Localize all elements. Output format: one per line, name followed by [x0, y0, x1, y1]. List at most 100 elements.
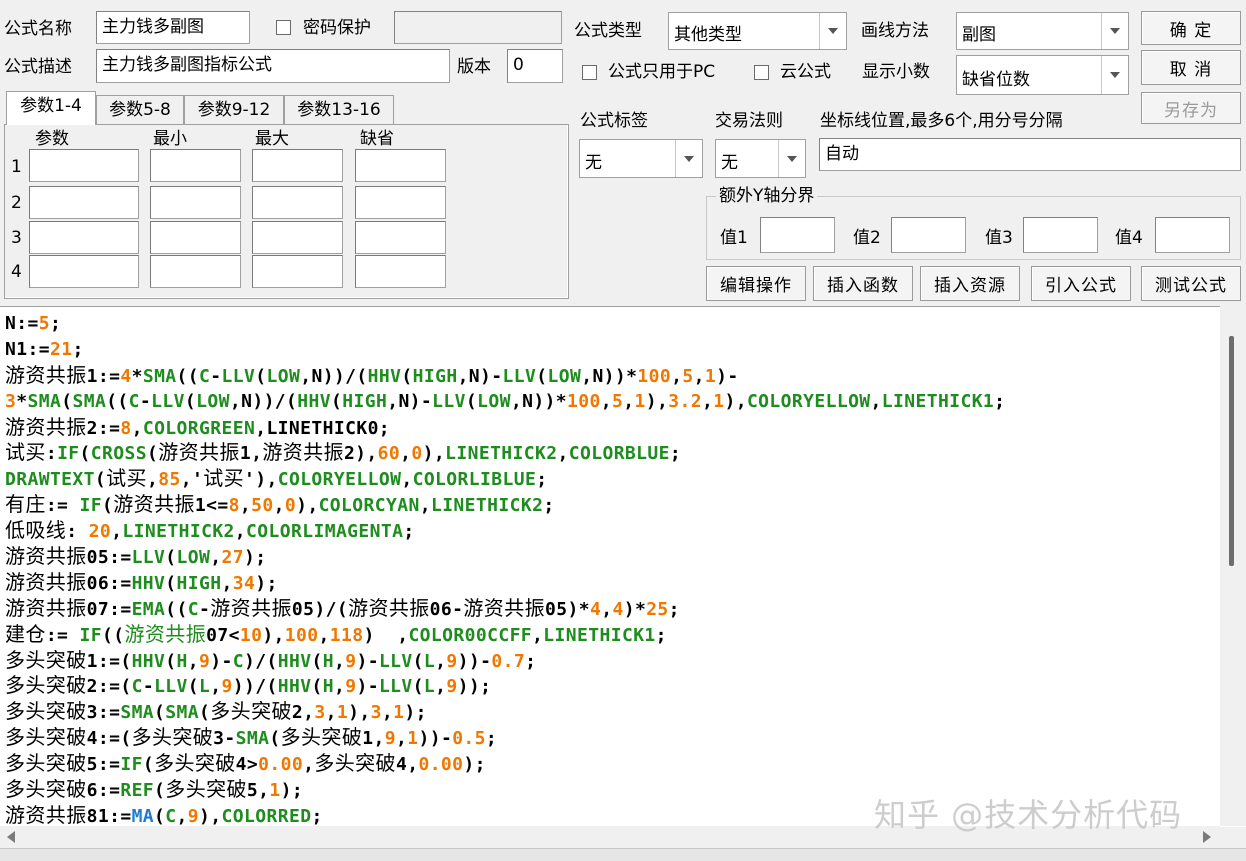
tab-params-1-4[interactable]: 参数1-4	[6, 91, 96, 125]
param-row-number: 1	[11, 157, 22, 177]
code-token: 3	[370, 702, 382, 724]
code-token: 4	[612, 598, 624, 620]
insert-resource-button[interactable]: 插入资源	[920, 266, 1020, 301]
y-value1-input[interactable]	[760, 217, 835, 253]
param-max-input[interactable]	[252, 149, 343, 182]
code-line: N:=5;	[5, 311, 1005, 337]
trade-rule-select[interactable]: 无	[715, 139, 806, 178]
chevron-down-icon[interactable]	[1101, 13, 1128, 49]
code-token: ;	[536, 469, 548, 491]
code-token: LLV	[432, 390, 466, 412]
param-min-input[interactable]	[150, 221, 241, 254]
code-token: ,	[532, 624, 544, 646]
param-name-input[interactable]	[29, 221, 139, 254]
code-text[interactable]: N:=5; N1:=21; 游资共振1:=4*SMA((C-LLV(LOW,N))/…	[5, 311, 1005, 827]
code-token: 1:=(	[86, 650, 132, 672]
code-token: 100	[637, 365, 672, 387]
code-token: ;	[311, 805, 323, 827]
param-min-input[interactable]	[150, 255, 241, 288]
code-token: (	[79, 443, 91, 465]
code-token: 多头突破	[5, 699, 87, 724]
y-value2-input[interactable]	[891, 217, 966, 253]
import-formula-button[interactable]: 引入公式	[1031, 266, 1131, 301]
formula-desc-input[interactable]: 主力钱多副图指标公式	[96, 49, 450, 83]
param-name-input[interactable]	[29, 255, 139, 288]
scrollbar-thumb[interactable]	[1229, 336, 1234, 566]
param-name-input[interactable]	[29, 149, 139, 182]
code-token: 2:=(	[86, 676, 132, 698]
param-min-input[interactable]	[150, 186, 241, 219]
param-max-input[interactable]	[252, 255, 343, 288]
code-line: 多头突破5:=IF(多头突破4>0.00,多头突破4,0.00);	[5, 751, 1005, 777]
code-token: 25	[646, 598, 669, 620]
code-token: HHV	[367, 365, 402, 387]
cancel-button[interactable]: 取 消	[1141, 50, 1241, 85]
code-token: COLORBLUE	[568, 443, 670, 465]
code-token: 游资共振	[210, 595, 292, 620]
code-token: HIGH	[342, 390, 388, 412]
param-default-input[interactable]	[355, 255, 446, 288]
chevron-down-icon[interactable]	[778, 140, 805, 177]
formula-type-select[interactable]: 其他类型	[668, 12, 847, 50]
cloud-checkbox[interactable]	[754, 65, 769, 80]
code-token: IF	[79, 495, 103, 517]
code-token: ((	[106, 390, 129, 412]
code-token: );	[404, 702, 427, 724]
code-token: ;	[669, 443, 682, 465]
draw-method-select[interactable]: 副图	[956, 12, 1129, 50]
param-name-input[interactable]	[29, 186, 139, 219]
pc-only-checkbox[interactable]	[582, 65, 597, 80]
coord-input[interactable]: 自动	[819, 138, 1241, 171]
code-token: 0	[411, 443, 423, 465]
formula-desc-label: 公式描述	[4, 57, 72, 77]
edit-operation-button[interactable]: 编辑操作	[706, 266, 806, 301]
formula-tag-label: 公式标签	[580, 111, 648, 131]
chevron-down-icon[interactable]	[1101, 56, 1128, 94]
param-max-input[interactable]	[252, 186, 343, 219]
password-checkbox[interactable]	[276, 20, 291, 35]
param-max-input[interactable]	[252, 221, 343, 254]
tab-params-5-8[interactable]: 参数5-8	[96, 95, 184, 125]
test-formula-button[interactable]: 测试公式	[1141, 266, 1241, 301]
param-default-input[interactable]	[355, 221, 446, 254]
code-token: ,N)-	[457, 365, 503, 387]
param-default-input[interactable]	[355, 186, 446, 219]
param-min-input[interactable]	[150, 149, 241, 182]
param-default-input[interactable]	[355, 149, 446, 182]
code-token: 多头突破	[5, 725, 87, 750]
version-input[interactable]: 0	[507, 49, 563, 83]
formula-name-input[interactable]: 主力钱多副图	[96, 11, 250, 44]
decimals-select[interactable]: 缺省位数	[956, 55, 1129, 95]
code-editor[interactable]: N:=5; N1:=21; 游资共振1:=4*SMA((C-LLV(LOW,N))/…	[0, 306, 1246, 827]
code-token: );	[243, 547, 267, 569]
tab-params-9-12[interactable]: 参数9-12	[184, 95, 284, 125]
code-token: 8	[120, 417, 132, 439]
formula-tag-select[interactable]: 无	[579, 139, 703, 178]
y-value1-label: 值1	[720, 228, 748, 248]
code-token: ,	[318, 624, 330, 646]
code-token: 试买	[106, 466, 147, 491]
code-token: N1:=	[5, 338, 50, 360]
code-token: '),	[244, 469, 278, 491]
code-token: 试买	[5, 440, 46, 465]
code-token: HHV	[297, 390, 331, 412]
formula-tag-value: 无	[585, 153, 602, 173]
scroll-left-icon[interactable]	[6, 831, 16, 843]
insert-function-button[interactable]: 插入函数	[813, 266, 913, 301]
draw-method-label: 画线方法	[861, 21, 929, 41]
chevron-down-icon[interactable]	[819, 13, 846, 49]
code-token: 20	[88, 521, 112, 543]
code-token: 21	[49, 338, 73, 360]
vertical-scrollbar[interactable]	[1220, 306, 1246, 826]
code-token: 5	[612, 390, 624, 412]
ok-button[interactable]: 确 定	[1141, 11, 1241, 45]
chevron-down-icon[interactable]	[675, 140, 702, 177]
code-token: 9	[446, 676, 458, 698]
y-value4-input[interactable]	[1155, 217, 1230, 253]
scroll-right-icon[interactable]	[1202, 831, 1212, 843]
tab-params-13-16[interactable]: 参数13-16	[284, 95, 394, 125]
code-token: ,	[210, 676, 222, 698]
code-token: 1	[704, 365, 717, 387]
y-value3-input[interactable]	[1023, 217, 1098, 253]
code-token: 游资共振	[5, 362, 87, 387]
